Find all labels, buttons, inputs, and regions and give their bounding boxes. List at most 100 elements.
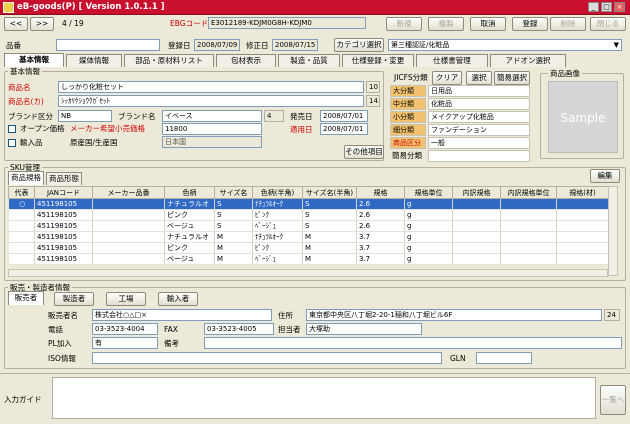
product-name-input[interactable]: しっかり化粧セット — [58, 81, 364, 93]
origin-field[interactable]: 日本国 — [162, 136, 262, 148]
table-cell — [556, 209, 609, 221]
reg-date-label: 登録日 — [168, 41, 191, 50]
address-input[interactable]: 東京都中央区八丁堀2-20-1稲和八丁堀ビル6F — [306, 309, 602, 321]
col-header[interactable]: 内訳規格単位 — [500, 186, 557, 199]
table-cell: M — [214, 242, 253, 254]
prev-button[interactable]: << — [4, 17, 28, 31]
maximize-button[interactable]: □ — [601, 2, 612, 12]
table-cell: 2.6 — [356, 220, 405, 232]
tel-input[interactable]: 03-3523-4004 — [92, 323, 158, 335]
gln-input[interactable] — [476, 352, 532, 364]
col-header[interactable]: 規格単位 — [404, 186, 453, 199]
open-price-checkbox[interactable] — [8, 125, 16, 133]
jicfs-major-value: 日用品 — [428, 85, 530, 97]
next-button[interactable]: >> — [30, 17, 54, 31]
tab-product-spec[interactable]: 商品規格 — [8, 171, 44, 185]
mod-date-field: 2008/07/15 — [272, 39, 318, 51]
note-input[interactable] — [204, 337, 622, 349]
import-checkbox[interactable] — [8, 139, 16, 147]
tab-seller[interactable]: 販売者 — [8, 291, 44, 305]
tab-parts-list[interactable]: 部品・原材料リスト — [124, 54, 214, 67]
product-image-placeholder[interactable]: Sample — [548, 81, 618, 153]
category-select-button[interactable]: カテゴリ選択 — [334, 38, 384, 52]
table-cell: 2.6 — [356, 209, 405, 221]
brand-name-input[interactable]: イベース — [162, 110, 262, 122]
sku-scrollbar[interactable] — [608, 186, 618, 276]
table-cell — [452, 198, 501, 210]
tab-factory[interactable]: 工場 — [106, 292, 146, 306]
tab-basic-info[interactable]: 基本情報 — [4, 53, 64, 67]
jicfs-minor-label: 小分類 — [390, 111, 426, 123]
col-header[interactable]: メーカー品番 — [92, 186, 165, 199]
register-button[interactable]: 登録 — [512, 17, 548, 31]
tab-product-form[interactable]: 商品形態 — [46, 172, 82, 185]
apply-date-input[interactable]: 2008/07/01 — [320, 123, 368, 135]
jicfs-clear-button[interactable]: クリア — [432, 71, 462, 85]
sku-hscrollbar[interactable] — [8, 269, 608, 277]
other-items-button[interactable]: その他項目 — [344, 145, 384, 159]
brand-div-input[interactable]: NB — [58, 110, 112, 122]
table-cell — [92, 253, 165, 265]
tab-addon[interactable]: アドオン選択 — [490, 54, 566, 67]
jicfs-middle-value: 化粧品 — [428, 98, 530, 110]
tab-spec-manage[interactable]: 仕様書管理 — [416, 54, 488, 67]
col-header[interactable]: 色柄 — [164, 186, 215, 199]
maker-price-input[interactable]: 11800 — [162, 123, 262, 135]
table-row[interactable]: 451198105 ピンク M ﾋﾟﾝｸ M 3.7 g — [8, 242, 609, 254]
tab-packaging[interactable]: 包材表示 — [216, 54, 276, 67]
product-kana-input[interactable]: ｼｯｶﾘｹｼｮｳｸｶﾞｾｯﾄ — [58, 95, 364, 107]
hinban-input[interactable] — [56, 39, 160, 51]
col-header[interactable]: JANコード — [34, 186, 93, 199]
table-cell: M — [302, 231, 357, 243]
new-button[interactable]: 新規 — [386, 17, 422, 31]
table-row[interactable]: 451198105 ピンク S ﾋﾟﾝｸ S 2.6 g — [8, 209, 609, 221]
category-dropdown[interactable]: 第三種認証/化粧品 ▼ — [388, 39, 622, 51]
col-header[interactable]: 代表 — [8, 186, 35, 199]
table-cell: ﾅﾁｭﾗﾙｵｰｸ — [252, 198, 303, 210]
iso-input[interactable] — [92, 352, 442, 364]
mod-date-label: 修正日 — [246, 41, 269, 50]
col-header[interactable]: 規格 — [356, 186, 405, 199]
jicfs-simple-select-button[interactable]: 簡易選択 — [494, 71, 530, 85]
table-cell: ナチュラルオ — [164, 198, 215, 210]
close-button[interactable]: 閉じる — [590, 17, 626, 31]
brand-name-label: ブランド名 — [118, 112, 156, 121]
minimize-button[interactable]: _ — [588, 2, 599, 12]
tab-manufacturing[interactable]: 製造・品質 — [278, 54, 340, 67]
product-division-value[interactable]: 一般 — [428, 137, 530, 149]
back-to-list-button[interactable]: 一覧へ — [600, 385, 626, 415]
tab-maker[interactable]: 製造者 — [54, 292, 94, 306]
col-header[interactable]: サイズ名(半角) — [302, 186, 357, 199]
release-date-input[interactable]: 2008/07/01 — [320, 110, 368, 122]
tab-importer[interactable]: 輸入者 — [158, 292, 198, 306]
tab-media-info[interactable]: 媒体情報 — [66, 54, 122, 67]
table-cell: 451198105 — [34, 198, 93, 210]
table-cell — [8, 253, 35, 265]
copy-button[interactable]: 複製 — [428, 17, 464, 31]
jicfs-detail-value: ファンデーション — [428, 124, 530, 136]
tel-label: 電話 — [48, 325, 63, 334]
col-header[interactable]: 規格(材) — [556, 186, 609, 199]
jicfs-select-button[interactable]: 選択 — [466, 71, 492, 85]
table-cell: 451198105 — [34, 220, 93, 232]
col-header[interactable]: 色柄(半角) — [252, 186, 303, 199]
sku-edit-button[interactable]: 編集 — [590, 169, 620, 183]
pl-input[interactable]: 有 — [92, 337, 158, 349]
table-cell: M — [302, 253, 357, 265]
table-cell — [500, 231, 557, 243]
col-header[interactable]: 内訳規格 — [452, 186, 501, 199]
table-cell: g — [404, 209, 453, 221]
close-window-button[interactable]: × — [614, 2, 625, 12]
delete-button[interactable]: 削除 — [550, 17, 586, 31]
seller-name-input[interactable]: 株式会社○△□× — [92, 309, 272, 321]
fax-input[interactable]: 03-3523-4005 — [204, 323, 274, 335]
tab-spec-register[interactable]: 仕様登録・変更 — [342, 54, 414, 67]
table-row[interactable]: 451198105 ナチュラルオ M ﾅﾁｭﾗﾙｵｰｸ M 3.7 g — [8, 231, 609, 243]
table-row[interactable]: 451198105 ベージュ M ﾍﾞｰｼﾞｭ M 3.7 g — [8, 253, 609, 265]
table-row[interactable]: 451198105 ベージュ S ﾍﾞｰｼﾞｭ S 2.6 g — [8, 220, 609, 232]
table-cell: M — [214, 231, 253, 243]
cancel-button[interactable]: 取消 — [470, 17, 506, 31]
col-header[interactable]: サイズ名 — [214, 186, 253, 199]
contact-input[interactable]: 大塚助 — [306, 323, 422, 335]
table-row[interactable]: ○ 451198105 ナチュラルオ S ﾅﾁｭﾗﾙｵｰｸ S 2.6 g — [8, 198, 609, 210]
